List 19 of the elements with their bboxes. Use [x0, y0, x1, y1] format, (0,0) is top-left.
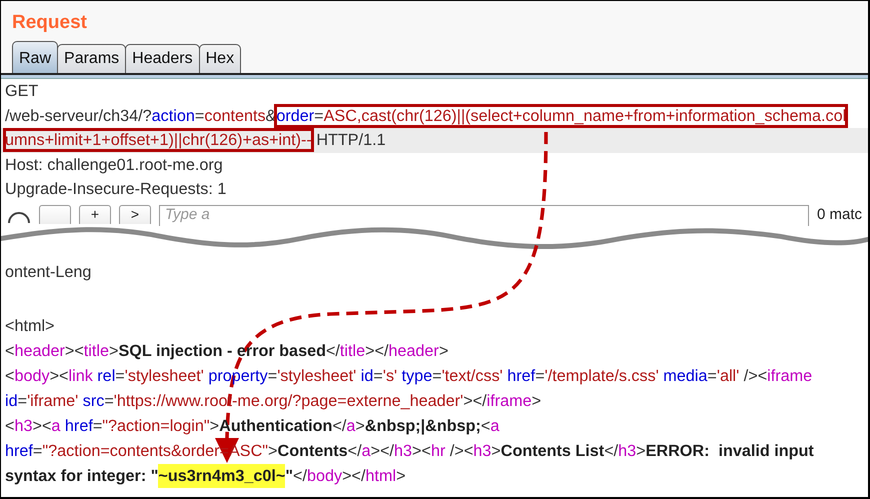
response-line: ontent-Leng — [4, 262, 92, 282]
search-field[interactable]: Type a — [159, 204, 809, 226]
response-line: <h3><a href="?action=login">Authentication</a>&nbsp;|&nbsp;<a — [4, 416, 500, 437]
panel-title: Request — [11, 11, 87, 35]
tab[interactable]: Headers — [125, 44, 200, 73]
search-nav-button[interactable]: + — [79, 204, 111, 224]
request-line: Upgrade-Insecure-Requests: 1 — [4, 179, 228, 200]
response-line: <html> — [4, 316, 56, 336]
response-line: <body><link rel='stylesheet' property='stylesheet' id='s' type='text/css' href='/template/s.css' media='all' /><iframe — [4, 366, 814, 386]
request-line: Host: challenge01.root-me.org — [4, 154, 224, 176]
search-nav-button[interactable]: > — [119, 204, 151, 224]
tab[interactable]: Params — [57, 44, 126, 73]
search-option-button[interactable] — [39, 204, 71, 224]
response-line: syntax for integer: "~us3rn4m3_c0l~"</body></html> — [1, 464, 868, 488]
request-line: GET — [4, 81, 40, 102]
tab[interactable]: Raw — [12, 41, 58, 73]
response-line: <header><title>SQL injection - error based</title></header> — [4, 340, 450, 362]
match-count: 0 matc — [816, 204, 862, 224]
tab[interactable]: Hex — [198, 44, 242, 73]
